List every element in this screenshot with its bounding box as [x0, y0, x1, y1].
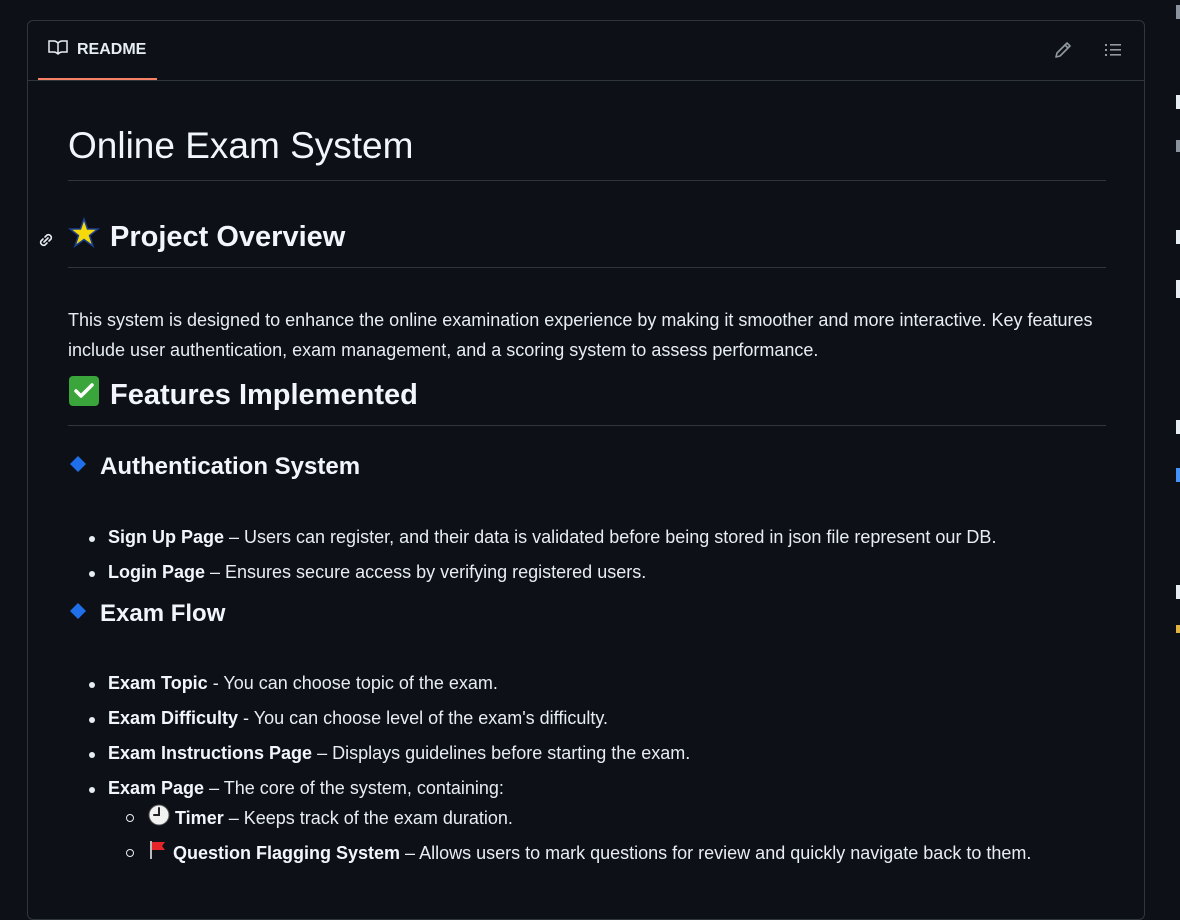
sidebar-fragment	[1176, 140, 1180, 152]
readme-header: README	[28, 21, 1144, 81]
readme-panel: README Online Exam System Project Overvi…	[27, 20, 1145, 920]
book-icon	[48, 39, 68, 60]
list-item-bold: Login Page	[108, 562, 206, 582]
list-item: Exam Difficulty - You can choose level o…	[88, 708, 609, 729]
pencil-icon[interactable]	[1052, 39, 1074, 61]
list-item-text: - You can choose level of the exam's dif…	[238, 708, 609, 728]
sidebar-fragment	[1176, 625, 1180, 633]
list-item-bold: Exam Instructions Page	[108, 743, 313, 763]
sub-list-item-bold: Timer	[175, 808, 224, 828]
list-item-text: – Users can register, and their data is …	[224, 527, 997, 547]
link-icon[interactable]	[36, 225, 56, 247]
star-icon	[67, 216, 101, 257]
sidebar-fragment	[1176, 280, 1180, 298]
blue-diamond-icon	[68, 453, 88, 481]
sidebar-fragment	[1176, 95, 1180, 109]
right-sidebar-edge	[1170, 0, 1180, 897]
exam-flow-heading: Exam Flow	[68, 600, 225, 628]
sidebar-fragment	[1176, 230, 1180, 244]
sub-list-item: Question Flagging System – Allows users …	[126, 838, 1068, 870]
red-flag-icon	[148, 839, 168, 870]
sub-list-item-text: – Allows users to mark questions for rev…	[400, 843, 1032, 863]
overview-heading-text: Project Overview	[110, 220, 346, 253]
check-mark-icon	[68, 375, 100, 415]
list-item: Exam Page – The core of the system, cont…	[89, 778, 504, 799]
sub-list-item-text: – Keeps track of the exam duration.	[223, 808, 513, 828]
list-item-text: – Ensures secure access by verifying reg…	[205, 562, 647, 582]
clock-icon	[148, 804, 170, 835]
auth-heading: Authentication System	[68, 453, 360, 481]
list-item-bold: Exam Difficulty	[108, 708, 239, 728]
list-icon[interactable]	[1102, 39, 1124, 61]
overview-paragraph: This system is designed to enhance the o…	[68, 310, 1093, 360]
list-item-text: – Displays guidelines before starting th…	[312, 743, 691, 763]
list-item: Exam Instructions Page – Displays guidel…	[88, 743, 691, 764]
list-item: Exam Topic - You can choose topic of the…	[89, 673, 498, 694]
features-heading: Features Implemented	[68, 375, 1106, 426]
list-item: Login Page – Ensures secure access by ve…	[88, 562, 647, 583]
features-heading-text: Features Implemented	[110, 378, 418, 411]
exam-flow-heading-text: Exam Flow	[100, 600, 226, 627]
list-item: Sign Up Page – Users can register, and t…	[88, 527, 997, 548]
sidebar-fragment	[1176, 5, 1180, 19]
sub-list-item-bold: Question Flagging System	[173, 843, 401, 863]
sidebar-fragment	[1176, 468, 1180, 482]
list-item-text: - You can choose topic of the exam.	[207, 673, 498, 693]
page-title: Online Exam System	[68, 125, 1106, 181]
list-item-bold: Exam Topic	[108, 673, 208, 693]
auth-heading-text: Authentication System	[100, 453, 361, 480]
sidebar-fragment	[1176, 420, 1180, 434]
list-item-bold: Sign Up Page	[108, 527, 225, 547]
blue-diamond-icon	[68, 600, 88, 628]
list-item-bold: Exam Page	[108, 778, 205, 798]
readme-tab[interactable]: README	[38, 21, 157, 80]
sub-list-item: Timer – Keeps track of the exam duration…	[126, 803, 1048, 835]
readme-tab-label: README	[77, 40, 147, 58]
overview-heading: Project Overview	[39, 216, 1106, 268]
list-item-text: – The core of the system, containing:	[204, 778, 504, 798]
sidebar-fragment	[1176, 585, 1180, 599]
